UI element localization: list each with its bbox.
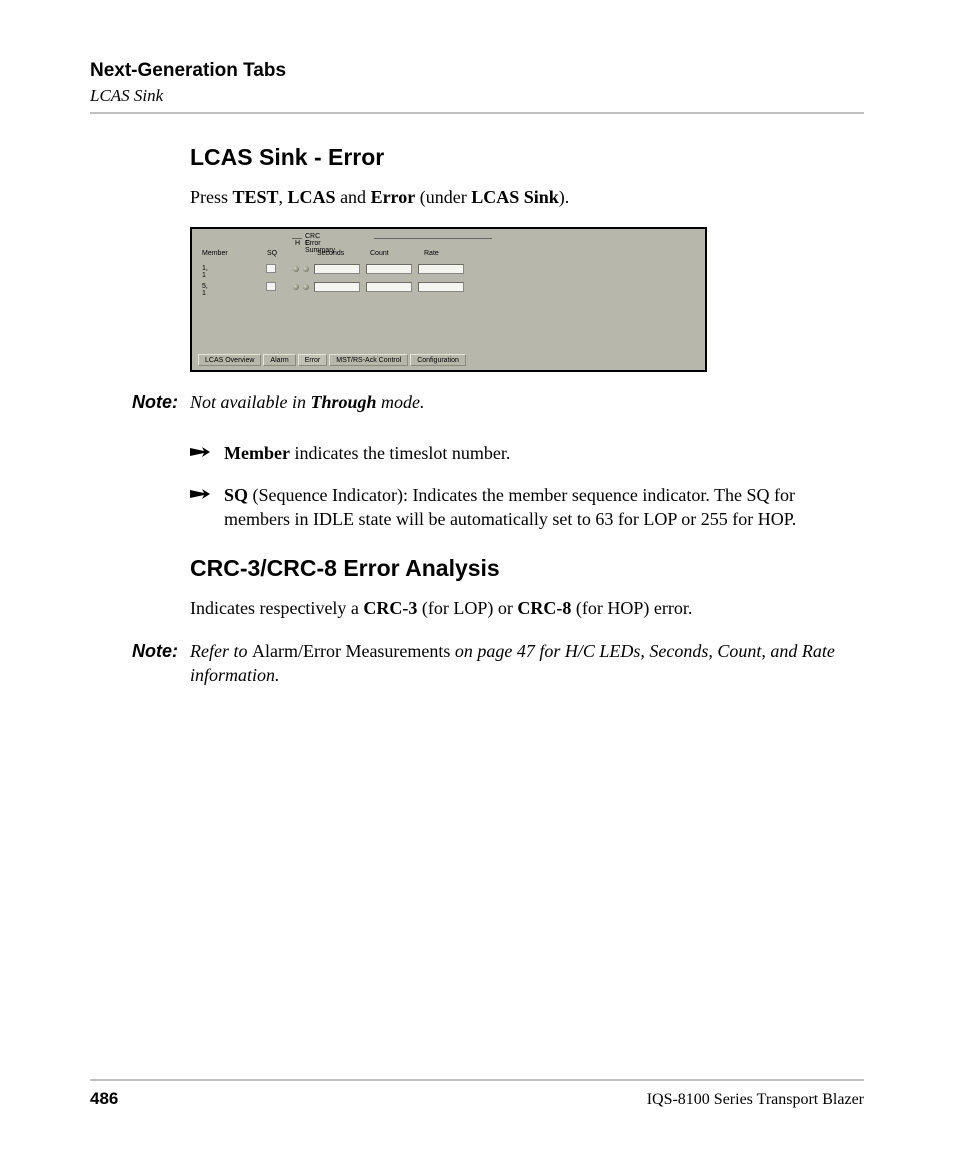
c-led-icon	[303, 266, 309, 272]
bullet-arrow-icon	[190, 441, 224, 459]
note-ref: Alarm/Error Measurements	[252, 641, 450, 661]
list-item: Member indicates the timeslot number.	[190, 441, 800, 465]
groupbox-line	[292, 238, 302, 239]
section-heading-lcas-sink-error: LCAS Sink - Error	[190, 144, 800, 171]
h-led-icon	[293, 266, 299, 272]
rate-field	[418, 282, 464, 292]
tabs-row: LCAS Overview Alarm Error MST/RS-Ack Con…	[198, 354, 466, 366]
tab-mst-rs-ack-control[interactable]: MST/RS-Ack Control	[329, 354, 408, 366]
text: ,	[279, 187, 288, 207]
sq-indicator	[266, 264, 276, 273]
header-section-name: LCAS Sink	[90, 86, 864, 106]
kw-error: Error	[371, 187, 416, 207]
page-footer: 486 IQS-8100 Series Transport Blazer	[90, 1079, 864, 1109]
col-member: Member	[202, 250, 228, 257]
col-c: C	[305, 240, 310, 247]
kw-test: TEST	[233, 187, 279, 207]
seconds-field	[314, 264, 360, 274]
sq-indicator	[266, 282, 276, 291]
note-text: Refer to	[190, 641, 252, 661]
kw-lcas-sink: LCAS Sink	[471, 187, 559, 207]
kw-crc8: CRC-8	[517, 598, 571, 618]
col-count: Count	[370, 250, 389, 257]
col-rate: Rate	[424, 250, 439, 257]
tab-configuration[interactable]: Configuration	[410, 354, 466, 366]
rate-field	[418, 264, 464, 274]
page-number: 486	[90, 1089, 118, 1109]
section-heading-crc-analysis: CRC-3/CRC-8 Error Analysis	[190, 555, 800, 582]
text: and	[336, 187, 371, 207]
press-instruction: Press TEST, LCAS and Error (under LCAS S…	[190, 185, 800, 209]
text: Press	[190, 187, 233, 207]
lcas-sink-error-panel: CRC Error Summary H C Member SQ Seconds …	[190, 227, 707, 372]
text: (Sequence Indicator): Indicates the memb…	[224, 485, 796, 529]
term-member: Member	[224, 443, 290, 463]
note-through-mode: Note: Not available in Through mode.	[90, 390, 864, 414]
c-led-icon	[303, 284, 309, 290]
col-seconds: Seconds	[317, 250, 344, 257]
note-text: mode.	[377, 392, 425, 412]
col-sq: SQ	[267, 250, 277, 257]
bullet-arrow-icon	[190, 483, 224, 501]
text: (for LOP) or	[417, 598, 517, 618]
product-name: IQS-8100 Series Transport Blazer	[647, 1091, 864, 1109]
tab-error[interactable]: Error	[298, 354, 328, 366]
h-led-icon	[293, 284, 299, 290]
header-chapter-title: Next-Generation Tabs	[90, 60, 864, 82]
text: ).	[559, 187, 570, 207]
note-alarm-error-ref: Note: Refer to Alarm/Error Measurements …	[90, 639, 864, 688]
list-item: SQ (Sequence Indicator): Indicates the m…	[190, 483, 800, 532]
text: (under	[415, 187, 471, 207]
note-label: Note:	[90, 639, 190, 663]
term-sq: SQ	[224, 485, 248, 505]
count-field	[366, 282, 412, 292]
kw-lcas: LCAS	[288, 187, 336, 207]
count-field	[366, 264, 412, 274]
tab-lcas-overview[interactable]: LCAS Overview	[198, 354, 261, 366]
note-bold: Through	[311, 392, 377, 412]
cell-member: 1, 1	[202, 265, 208, 279]
groupbox-line	[374, 238, 492, 239]
text: indicates the timeslot number.	[290, 443, 510, 463]
kw-crc3: CRC-3	[363, 598, 417, 618]
seconds-field	[314, 282, 360, 292]
note-label: Note:	[90, 390, 190, 414]
text: (for HOP) error.	[571, 598, 692, 618]
text: Indicates respectively a	[190, 598, 363, 618]
header-rule	[90, 112, 864, 114]
note-text: Not available in	[190, 392, 311, 412]
cell-member: 5, 1	[202, 283, 208, 297]
col-h: H	[295, 240, 300, 247]
tab-alarm[interactable]: Alarm	[263, 354, 295, 366]
crc-analysis-paragraph: Indicates respectively a CRC-3 (for LOP)…	[190, 596, 800, 620]
